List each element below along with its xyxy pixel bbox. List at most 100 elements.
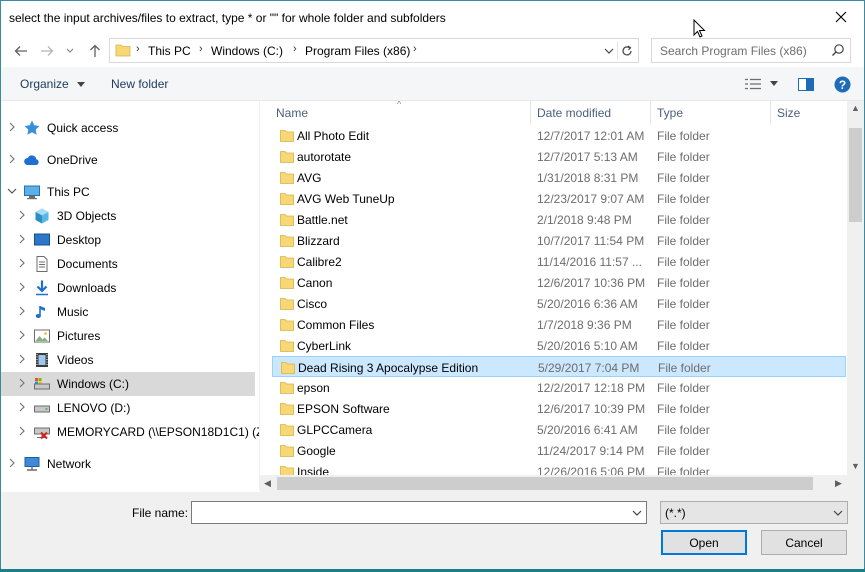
file-row[interactable]: Canon 12/6/2017 10:36 PM File folder bbox=[272, 272, 846, 293]
expand-right-icon[interactable] bbox=[17, 306, 27, 319]
nav-item-lenovo-d[interactable]: LENOVO (D:) bbox=[1, 396, 255, 420]
search-box[interactable] bbox=[651, 38, 851, 63]
nav-item-onedrive[interactable]: OneDrive bbox=[1, 148, 255, 172]
address-bar[interactable]: › This PC › Windows (C:) › Program Files… bbox=[109, 38, 639, 63]
file-type-cell: File folder bbox=[657, 423, 710, 437]
computer-icon bbox=[23, 183, 41, 201]
expand-right-icon[interactable] bbox=[17, 378, 27, 391]
refresh-button[interactable] bbox=[617, 42, 635, 60]
expand-right-icon[interactable] bbox=[7, 458, 17, 471]
file-row[interactable]: GLPCCamera 5/20/2016 6:41 AM File folder bbox=[272, 419, 846, 440]
file-row[interactable]: Calibre2 11/14/2016 11:57 ... File folder bbox=[272, 251, 846, 272]
breadcrumb-program-files-x86[interactable]: Program Files (x86) bbox=[305, 44, 410, 58]
expand-right-icon[interactable] bbox=[7, 154, 17, 167]
chevron-down-icon bbox=[833, 510, 843, 516]
nav-item-label: 3D Objects bbox=[57, 209, 117, 223]
nav-item-pictures[interactable]: Pictures bbox=[1, 324, 255, 348]
file-row[interactable]: epson 12/2/2017 12:18 PM File folder bbox=[272, 377, 846, 398]
expand-right-icon[interactable] bbox=[17, 354, 27, 367]
svg-text:?: ? bbox=[838, 77, 845, 91]
nav-item-quick-access[interactable]: Quick access bbox=[1, 116, 255, 140]
forward-button[interactable] bbox=[37, 41, 57, 61]
open-button[interactable]: Open bbox=[661, 530, 747, 555]
file-name-cell: autorotate bbox=[297, 150, 352, 164]
nav-item-network[interactable]: Network bbox=[1, 452, 255, 476]
chevron-down-icon[interactable] bbox=[632, 507, 642, 519]
date-modified-cell: 1/31/2018 8:31 PM bbox=[537, 171, 639, 185]
search-icon[interactable] bbox=[831, 43, 845, 57]
nav-item-videos[interactable]: Videos bbox=[1, 348, 255, 372]
file-row[interactable]: Cisco 5/20/2016 6:36 AM File folder bbox=[272, 293, 846, 314]
horizontal-scroll-thumb[interactable] bbox=[277, 477, 813, 490]
cancel-button[interactable]: Cancel bbox=[761, 530, 847, 555]
file-row[interactable]: All Photo Edit 12/7/2017 12:01 AM File fol… bbox=[272, 125, 846, 146]
file-row[interactable]: Battle.net 2/1/2018 9:48 PM File folder bbox=[272, 209, 846, 230]
nav-item-memorycard-epson18d1c1-z[interactable]: MEMORYCARD (\\EPSON18D1C1) (Z:) bbox=[1, 420, 271, 444]
column-divider[interactable] bbox=[770, 101, 771, 125]
back-button[interactable] bbox=[11, 41, 31, 61]
expand-right-icon[interactable] bbox=[17, 234, 27, 247]
preview-pane-button[interactable] bbox=[795, 74, 817, 94]
scroll-down-icon[interactable]: ▼ bbox=[851, 461, 860, 471]
horizontal-scrollbar[interactable]: ◀ ▶ bbox=[260, 475, 847, 492]
help-button[interactable]: ? bbox=[831, 74, 853, 94]
change-view-button[interactable] bbox=[741, 74, 781, 94]
column-header-size[interactable]: Size bbox=[777, 106, 800, 120]
cloud-icon bbox=[23, 151, 41, 169]
file-name-combobox[interactable] bbox=[191, 501, 647, 524]
breadcrumb-separator: › bbox=[199, 43, 203, 55]
expand-right-icon[interactable] bbox=[17, 330, 27, 343]
file-row[interactable]: Google 11/24/2017 9:14 PM File folder bbox=[272, 440, 846, 461]
expand-right-icon[interactable] bbox=[17, 402, 27, 415]
new-folder-button[interactable]: New folder bbox=[111, 77, 168, 91]
file-row[interactable]: Dead Rising 3 Apocalypse Edition 5/29/201… bbox=[272, 356, 846, 377]
expand-right-icon[interactable] bbox=[17, 282, 27, 295]
file-row[interactable]: CyberLink 5/20/2016 5:10 AM File folder bbox=[272, 335, 846, 356]
file-name-input[interactable] bbox=[192, 502, 622, 523]
navigation-pane: Quick access OneDrive This PC 3D Objects Des… bbox=[1, 101, 271, 491]
nav-item-3d-objects[interactable]: 3D Objects bbox=[1, 204, 255, 228]
chevron-down-icon[interactable] bbox=[604, 44, 614, 58]
vertical-scrollbar[interactable]: ▲ ▼ bbox=[847, 101, 864, 475]
nav-item-documents[interactable]: Documents bbox=[1, 252, 255, 276]
nav-item-music[interactable]: Music bbox=[1, 300, 255, 324]
expand-down-icon[interactable] bbox=[7, 186, 17, 199]
up-button[interactable] bbox=[85, 41, 105, 61]
file-name-cell: epson bbox=[297, 381, 330, 395]
file-row[interactable]: AVG Web TuneUp 12/23/2017 9:07 AM File fol… bbox=[272, 188, 846, 209]
nav-item-windows-c[interactable]: Windows (C:) bbox=[1, 372, 255, 396]
column-header-date-modified[interactable]: Date modified bbox=[537, 106, 611, 120]
expand-right-icon[interactable] bbox=[17, 210, 27, 223]
nav-item-this-pc[interactable]: This PC bbox=[1, 180, 255, 204]
file-name-cell: Canon bbox=[297, 276, 333, 290]
scroll-left-icon[interactable]: ◀ bbox=[264, 478, 271, 489]
file-row[interactable]: EPSON Software 12/6/2017 10:39 PM File fol… bbox=[272, 398, 846, 419]
scroll-right-icon[interactable]: ▶ bbox=[835, 478, 842, 489]
file-row[interactable]: Common Files 1/7/2018 9:36 PM File folder bbox=[272, 314, 846, 335]
vertical-scroll-thumb[interactable] bbox=[849, 128, 862, 222]
file-row[interactable]: Blizzard 10/7/2017 11:54 PM File folder bbox=[272, 230, 846, 251]
scroll-up-icon[interactable]: ▲ bbox=[851, 103, 860, 113]
column-divider[interactable] bbox=[650, 101, 651, 125]
breadcrumb-windows-c[interactable]: Windows (C:) bbox=[211, 44, 283, 58]
expand-right-icon[interactable] bbox=[17, 258, 27, 271]
expand-right-icon[interactable] bbox=[7, 122, 17, 135]
breadcrumb-this-pc[interactable]: This PC bbox=[148, 44, 191, 58]
folder-icon bbox=[280, 276, 294, 292]
file-row[interactable]: autorotate 12/7/2017 5:13 AM File folder bbox=[272, 146, 846, 167]
arrow-right-icon bbox=[41, 46, 54, 56]
cube-icon bbox=[33, 207, 51, 225]
column-divider[interactable] bbox=[530, 101, 531, 125]
organize-button[interactable]: Organize bbox=[20, 77, 86, 91]
file-type-cell: File folder bbox=[657, 234, 710, 248]
column-header-type[interactable]: Type bbox=[657, 106, 683, 120]
file-row[interactable]: AVG 1/31/2018 8:31 PM File folder bbox=[272, 167, 846, 188]
column-header-name[interactable]: Name bbox=[276, 106, 308, 120]
file-type-filter[interactable]: (*.*) bbox=[660, 501, 848, 524]
nav-item-downloads[interactable]: Downloads bbox=[1, 276, 255, 300]
close-button[interactable] bbox=[818, 1, 864, 33]
search-input[interactable] bbox=[652, 39, 828, 62]
recent-locations-button[interactable] bbox=[63, 41, 77, 61]
expand-right-icon[interactable] bbox=[17, 426, 27, 439]
nav-item-desktop[interactable]: Desktop bbox=[1, 228, 255, 252]
